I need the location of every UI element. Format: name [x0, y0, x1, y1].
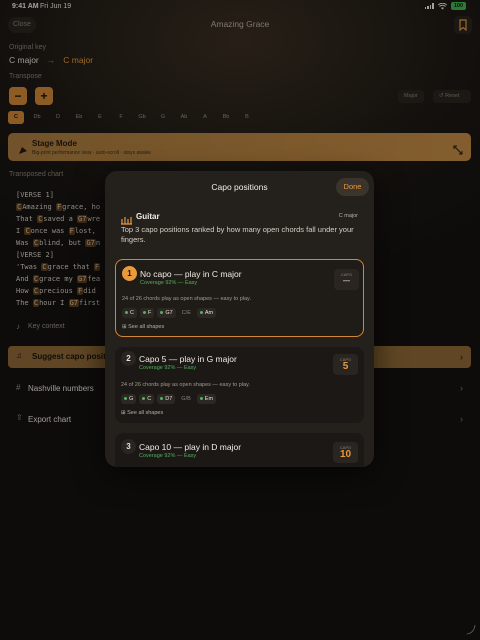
coverage-text: Coverage 92% — Easy [139, 453, 197, 459]
option-description: 24 of 26 chords play as open shapes — ea… [121, 382, 250, 388]
capo-positions-sheet: Capo positions Done Guitar C major Top 3… [105, 171, 374, 467]
capo-option-3[interactable]: 3 Capo 10 — play in D major Coverage 92%… [115, 433, 364, 467]
capo-option-1[interactable]: 1 No capo — play in C major Coverage 92%… [115, 259, 364, 337]
capo-value: — [343, 278, 350, 285]
rank-badge: 3 [121, 439, 136, 454]
chord-chip: C [139, 394, 155, 404]
chord-name: G7 [165, 310, 173, 316]
open-shape-dot [142, 311, 146, 315]
capo-value-box: CAPO 5 [333, 354, 358, 375]
chord-chip: G/B [178, 394, 193, 404]
capo-value-box: CAPO — [334, 269, 359, 290]
chord-chip: C/E [179, 308, 194, 318]
sheet-description: Top 3 capo positions ranked by how many … [121, 225, 354, 244]
see-all-shapes-link[interactable]: ⊞ See all shapes [122, 324, 164, 330]
chord-chips: C F G7 C/E Am [122, 308, 217, 318]
grid-icon: ⊞ [122, 324, 127, 330]
app-window: 9:41 AM Fri Jun 19 100 Close Amazing Gra… [0, 0, 480, 640]
option-title: Capo 10 — play in D major [139, 442, 242, 452]
coverage-text: Coverage 92% — Easy [139, 365, 197, 371]
see-all-label: See all shapes [127, 410, 164, 416]
grid-icon: ⊞ [121, 410, 126, 416]
chord-name: G [129, 396, 134, 402]
coverage-text: Coverage 92% — Easy [140, 280, 198, 286]
chord-chip: G [121, 394, 137, 404]
option-title: Capo 5 — play in G major [139, 354, 237, 364]
open-shape-dot [124, 397, 127, 401]
chord-name: Am [204, 310, 214, 316]
open-shape-dot [160, 397, 164, 401]
chord-name: C [130, 310, 134, 316]
chord-chip: G7 [157, 308, 176, 318]
chord-name: C/E [181, 310, 191, 316]
open-shape-dot [199, 311, 203, 315]
chord-chip: Am [196, 308, 217, 318]
chord-chip: D7 [157, 394, 176, 404]
option-title: No capo — play in C major [140, 269, 242, 279]
sheet-title: Capo positions [211, 182, 268, 192]
instrument-name: Guitar [136, 212, 160, 221]
open-shape-dot [199, 397, 203, 401]
capo-value: 5 [342, 361, 349, 372]
open-shape-dot [160, 311, 164, 315]
open-shape-dot [142, 397, 146, 401]
option-description: 24 of 26 chords play as open shapes — ea… [122, 296, 251, 302]
chord-name: Em [204, 396, 214, 402]
chord-name: C [147, 396, 152, 402]
chord-chip: F [139, 308, 155, 318]
chord-name: F [147, 310, 152, 316]
open-shape-dot [125, 311, 128, 315]
rank-badge: 2 [121, 351, 136, 366]
capo-option-2[interactable]: 2 Capo 5 — play in G major Coverage 92% … [115, 347, 364, 423]
chord-chip: Em [196, 394, 217, 404]
chord-name: G/B [181, 396, 191, 402]
done-button[interactable]: Done [336, 178, 369, 196]
rank-badge: 1 [122, 266, 137, 281]
capo-value: 10 [339, 449, 352, 460]
capo-value-box: CAPO 10 [333, 442, 358, 463]
sheet-key: C major [338, 213, 358, 219]
chord-name: D7 [165, 396, 173, 402]
chord-chips: G C D7 G/B Em [121, 394, 217, 404]
see-all-shapes-link[interactable]: ⊞ See all shapes [121, 410, 163, 416]
chord-chip: C [122, 308, 137, 318]
see-all-label: See all shapes [128, 324, 165, 330]
